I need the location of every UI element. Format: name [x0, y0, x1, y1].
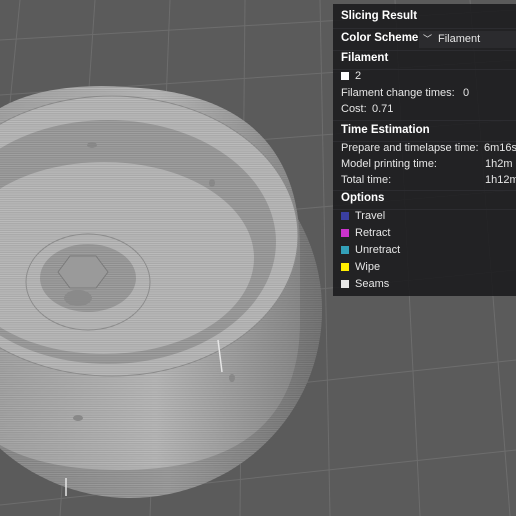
unretract-color-swatch: [341, 246, 349, 254]
slicing-result-panel: Slicing Result Color Scheme ﹀ Filament Fi…: [333, 4, 516, 296]
retract-color-swatch: [341, 229, 349, 237]
model-time-label: Model printing time:: [341, 158, 437, 170]
chevron-down-icon: ﹀: [423, 34, 433, 44]
cost-value: 0.71: [372, 103, 394, 115]
color-scheme-value: Filament: [438, 33, 481, 45]
filament-color-swatch: [341, 72, 349, 80]
total-time-label: Total time:: [341, 174, 392, 186]
color-scheme-select[interactable]: ﹀ Filament: [419, 31, 516, 48]
color-scheme-label: Color Scheme: [341, 32, 419, 44]
filament-item[interactable]: 2: [341, 70, 361, 82]
option-retract[interactable]: Retract: [341, 227, 390, 239]
total-time-value: 1h12m: [485, 174, 516, 186]
filament-change-times: Filament change times:: [341, 87, 455, 99]
option-unretract[interactable]: Unretract: [341, 244, 400, 256]
panel-title: Slicing Result: [341, 10, 418, 22]
filament-header: Filament: [341, 52, 389, 64]
wipe-color-swatch: [341, 263, 349, 271]
cost-label: Cost:: [341, 103, 367, 115]
model-time-value: 1h2m: [485, 158, 513, 170]
options-header: Options: [341, 192, 385, 204]
travel-color-swatch: [341, 212, 349, 220]
option-seams[interactable]: Seams: [341, 278, 389, 290]
seams-color-swatch: [341, 280, 349, 288]
prepare-time-label: Prepare and timelapse time:: [341, 142, 479, 154]
prepare-time-value: 6m16s: [484, 142, 516, 154]
option-travel[interactable]: Travel: [341, 210, 385, 222]
option-wipe[interactable]: Wipe: [341, 261, 380, 273]
time-estimation-header: Time Estimation: [341, 124, 430, 136]
filament-change-times-value: 0: [463, 87, 470, 99]
